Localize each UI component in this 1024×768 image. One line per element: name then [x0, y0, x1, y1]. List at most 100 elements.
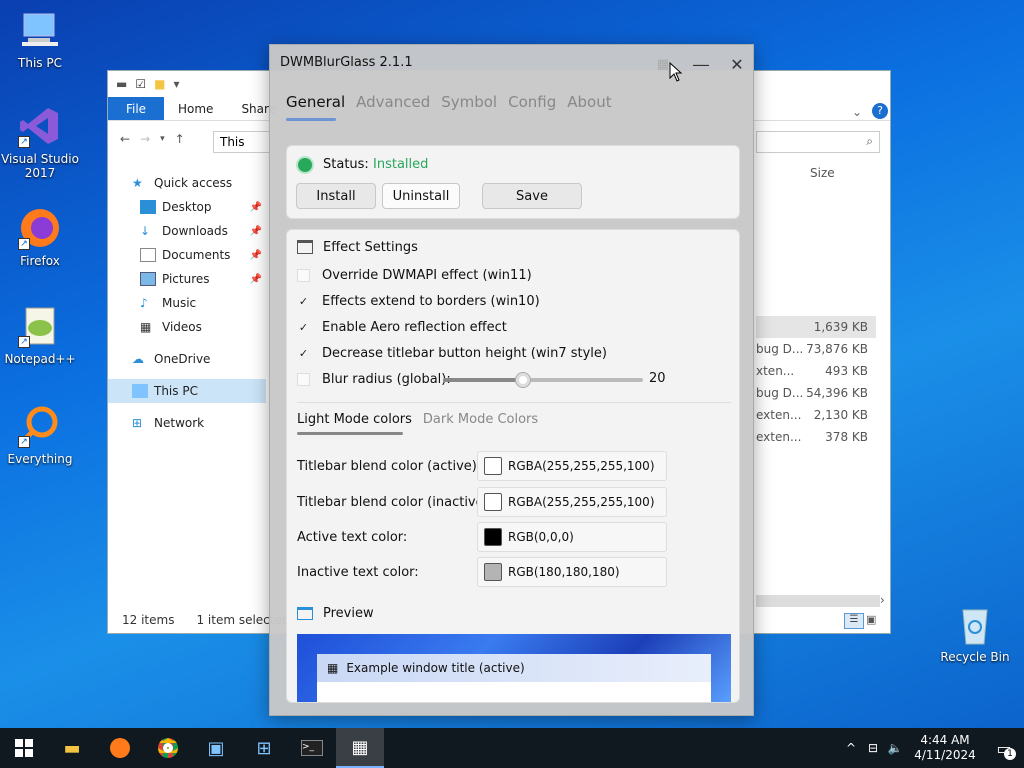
shortcut-arrow-icon: ↗ [18, 238, 30, 250]
desktop-icon-recycle-bin[interactable]: Recycle Bin [935, 602, 1015, 664]
sidebar-item-label: Desktop [162, 200, 212, 214]
minimize-button[interactable]: ― [686, 49, 716, 79]
file-size: 2,130 KB [813, 408, 868, 422]
install-button[interactable]: Install [296, 183, 376, 209]
checkmark-icon[interactable]: ✓ [297, 347, 310, 360]
sidebar-item-onedrive[interactable]: ☁ OneDrive [108, 347, 266, 371]
notepadpp-icon: ↗ [18, 304, 62, 348]
checkbox-unchecked-icon[interactable] [297, 268, 310, 282]
back-arrow-icon[interactable]: ← [120, 132, 130, 146]
tab-general[interactable]: General [286, 93, 345, 111]
sidebar-item-downloads[interactable]: ↓ Downloads 📌 [108, 219, 266, 243]
table-row[interactable]: 1,639 KB [756, 316, 876, 338]
checkmark-icon[interactable]: ✓ [297, 295, 310, 308]
preview-titlebar: ▦ Example window title (active) [317, 654, 711, 682]
network-status-icon[interactable]: ⊟ [862, 741, 884, 755]
quick-access-dropdown-icon[interactable]: ▾ [173, 77, 179, 91]
color-picker-titlebar-inactive[interactable]: RGBA(255,255,255,100) [477, 487, 667, 517]
drive-icon: ▬ [116, 77, 128, 91]
taskbar-chrome[interactable] [144, 728, 192, 768]
table-row[interactable]: exten... 2,130 KB [756, 404, 876, 426]
option-aero-reflection[interactable]: ✓ Enable Aero reflection effect [297, 317, 507, 337]
terminal-icon: >_ [301, 740, 323, 756]
blur-radius-slider[interactable] [443, 372, 643, 388]
horizontal-scrollbar[interactable] [756, 595, 880, 607]
taskbar-file-explorer[interactable]: ▬ [48, 728, 96, 768]
checkbox-unchecked-icon[interactable] [297, 372, 310, 386]
forward-arrow-icon[interactable]: → [140, 132, 150, 146]
dwmblurglass-window[interactable]: DWMBlurGlass 2.1.1 ▦ ― ✕ General Advance… [269, 44, 754, 716]
column-header-size[interactable]: Size [810, 166, 835, 180]
option-extend-borders[interactable]: ✓ Effects extend to borders (win10) [297, 291, 540, 311]
address-bar[interactable]: This [213, 131, 273, 153]
properties-icon[interactable]: ☑ [135, 77, 146, 91]
sidebar-item-this-pc[interactable]: This PC [108, 379, 266, 403]
details-view-icon[interactable]: ☰ [844, 613, 864, 629]
sidebar-item-network[interactable]: ⊞ Network [108, 411, 266, 435]
notification-count-badge: 1 [1004, 748, 1016, 760]
tab-config[interactable]: Config [508, 93, 556, 111]
table-row[interactable]: xten... 493 KB [756, 360, 876, 382]
sidebar-item-documents[interactable]: Documents 📌 [108, 243, 266, 267]
save-button[interactable]: Save [482, 183, 582, 209]
ribbon-tab-file[interactable]: File [108, 97, 164, 120]
taskbar-firefox[interactable] [96, 728, 144, 768]
desktop-icon-label: Recycle Bin [940, 650, 1010, 664]
taskbar-network-app[interactable]: ⊞ [240, 728, 288, 768]
tab-advanced[interactable]: Advanced [356, 93, 430, 111]
uninstall-button[interactable]: Uninstall [382, 183, 460, 209]
sidebar-item-quick-access[interactable]: ★ Quick access [108, 171, 266, 195]
option-blur-radius[interactable]: Blur radius (global): [297, 369, 451, 389]
large-icons-view-icon[interactable]: ▣ [866, 613, 876, 626]
taskbar-dwmblurglass[interactable]: ▦ [336, 728, 384, 768]
taskbar-remote-desktop[interactable]: ▣ [192, 728, 240, 768]
tab-light-mode-colors[interactable]: Light Mode colors [297, 412, 412, 427]
up-arrow-icon[interactable]: ↑ [175, 132, 185, 146]
scroll-right-icon[interactable]: › [880, 593, 885, 607]
sidebar-item-videos[interactable]: ▦ Videos [108, 315, 266, 339]
tab-dark-mode-colors[interactable]: Dark Mode Colors [423, 412, 538, 427]
desktop-icon-this-pc[interactable]: This PC [0, 8, 80, 70]
sidebar-item-pictures[interactable]: Pictures 📌 [108, 267, 266, 291]
sidebar-item-label: Network [154, 416, 205, 430]
color-row-inactive-text: Inactive text color: [297, 557, 419, 587]
recent-dropdown-icon[interactable]: ▾ [160, 134, 165, 144]
table-row[interactable]: exten... 378 KB [756, 426, 876, 448]
color-picker-inactive-text[interactable]: RGB(180,180,180) [477, 557, 667, 587]
slider-thumb[interactable] [515, 372, 531, 388]
sidebar-item-desktop[interactable]: Desktop 📌 [108, 195, 266, 219]
show-hidden-icons-icon[interactable]: ^ [840, 741, 862, 755]
help-icon[interactable]: ? [872, 103, 888, 119]
tab-symbol[interactable]: Symbol [441, 93, 497, 111]
desktop-icon-notepadpp[interactable]: ↗ Notepad++ [0, 304, 80, 366]
search-box[interactable]: ⌕ [756, 131, 880, 153]
taskbar-terminal[interactable]: >_ [288, 728, 336, 768]
table-row[interactable]: bug D... 54,396 KB [756, 382, 876, 404]
music-note-icon: ♪ [140, 296, 148, 310]
tab-about[interactable]: About [567, 93, 611, 111]
color-picker-active-text[interactable]: RGB(0,0,0) [477, 522, 667, 552]
close-button[interactable]: ✕ [722, 49, 752, 79]
search-icon: ⌕ [866, 134, 873, 148]
notification-center-button[interactable]: ▭ 1 [984, 728, 1024, 768]
option-decrease-titlebar[interactable]: ✓ Decrease titlebar button height (win7 … [297, 343, 607, 363]
checkmark-icon[interactable]: ✓ [297, 321, 310, 334]
desktop-icon-visual-studio[interactable]: ↗ Visual Studio 2017 [0, 104, 80, 180]
table-row[interactable]: bug D... 73,876 KB [756, 338, 876, 360]
desktop-icon-everything[interactable]: ↗ Everything [0, 404, 80, 466]
expand-ribbon-icon[interactable]: ⌄ [852, 105, 862, 119]
color-label: Active text color: [297, 529, 408, 545]
start-button[interactable] [0, 728, 48, 768]
color-label: Titlebar blend color (inactive): [297, 494, 494, 510]
sidebar-item-music[interactable]: ♪ Music [108, 291, 266, 315]
color-picker-titlebar-active[interactable]: RGBA(255,255,255,100) [477, 451, 667, 481]
new-folder-icon[interactable]: ■ [154, 77, 165, 91]
desktop-icon-firefox[interactable]: ↗ Firefox [0, 206, 80, 268]
option-override-dwmapi[interactable]: Override DWMAPI effect (win11) [297, 265, 532, 285]
ribbon-tab-home[interactable]: Home [164, 97, 227, 120]
mouse-cursor-icon [669, 62, 683, 82]
sidebar-item-label: This PC [154, 384, 198, 398]
preview-header: Preview [323, 606, 374, 621]
volume-muted-icon[interactable]: 🔈 [884, 741, 906, 755]
clock[interactable]: 4:44 AM 4/11/2024 [906, 733, 984, 763]
